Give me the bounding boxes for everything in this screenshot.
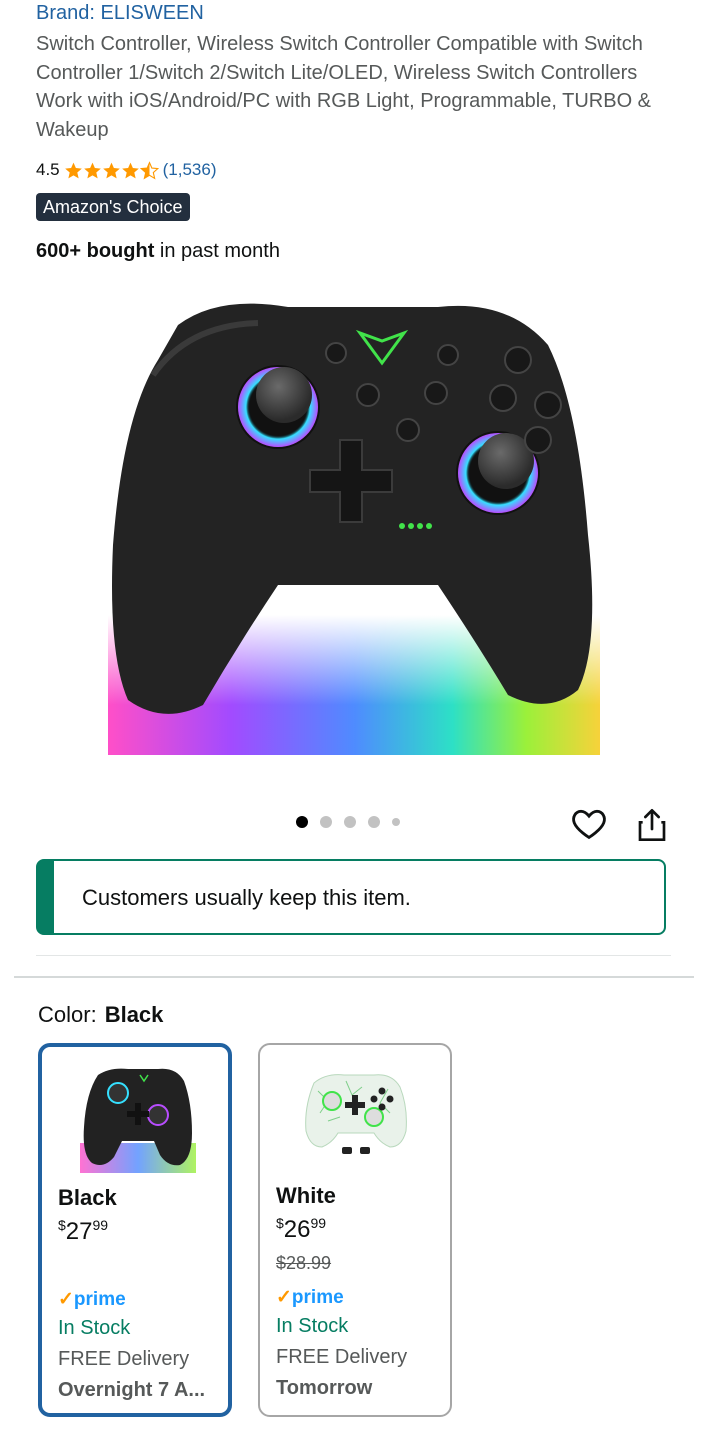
price-whole: 27 xyxy=(65,1218,93,1245)
color-label: Color: Black xyxy=(38,1002,163,1028)
prime-badge: ✓prime xyxy=(58,1288,126,1311)
bought-strong: 600+ bought xyxy=(36,240,155,262)
delivery-label: FREE Delivery xyxy=(276,1346,408,1368)
review-count-link[interactable]: (1,536) xyxy=(163,160,217,180)
option-price: $2699 xyxy=(276,1215,326,1244)
prime-label: prime xyxy=(291,1287,344,1308)
divider xyxy=(14,976,694,978)
keep-notice: Customers usually keep this item. xyxy=(36,859,666,935)
rating-row[interactable]: 4.5 (1,536) xyxy=(36,160,217,180)
price-symbol: $ xyxy=(58,1217,66,1233)
black-controller-thumbnail xyxy=(80,1068,196,1173)
delivery-time: Tomorrow xyxy=(276,1377,373,1399)
carousel-dot[interactable] xyxy=(296,816,308,828)
carousel-dot[interactable] xyxy=(368,816,380,828)
delivery-label: FREE Delivery xyxy=(58,1348,190,1370)
star-rating-icon xyxy=(64,160,159,180)
divider xyxy=(36,955,671,956)
option-price: $2799 xyxy=(58,1217,108,1246)
image-carousel-dots[interactable] xyxy=(296,816,400,828)
prime-check-icon: ✓ xyxy=(58,1289,74,1310)
color-label-text: Color: xyxy=(38,1002,97,1027)
prime-check-icon: ✓ xyxy=(276,1287,292,1308)
delivery-time: Overnight 7 A... xyxy=(58,1379,206,1401)
bought-count: 600+ bought in past month xyxy=(36,240,280,263)
color-option-white[interactable]: White $2699 $28.99 ✓prime In Stock FREE … xyxy=(258,1043,452,1417)
share-icon[interactable] xyxy=(636,807,668,843)
white-controller-thumbnail xyxy=(305,1074,407,1154)
price-fraction: 99 xyxy=(310,1215,327,1231)
option-name: Black xyxy=(58,1185,117,1210)
carousel-dot[interactable] xyxy=(320,816,332,828)
carousel-dot[interactable] xyxy=(344,816,356,828)
keep-notice-text: Customers usually keep this item. xyxy=(82,885,411,910)
amazons-choice-badge: Amazon's Choice xyxy=(36,193,190,221)
option-name: White xyxy=(276,1183,336,1208)
bought-rest: in past month xyxy=(154,240,280,262)
prime-badge: ✓prime xyxy=(276,1286,344,1309)
price-symbol: $ xyxy=(276,1215,284,1231)
prime-label: prime xyxy=(73,1289,126,1310)
heart-icon[interactable] xyxy=(570,805,608,843)
product-image[interactable] xyxy=(108,285,600,755)
product-title: Switch Controller, Wireless Switch Contr… xyxy=(36,33,652,141)
price-whole: 26 xyxy=(283,1216,311,1243)
carousel-dot[interactable] xyxy=(392,818,400,826)
price-fraction: 99 xyxy=(92,1217,109,1233)
stock-status: In Stock xyxy=(58,1317,131,1339)
selected-color: Black xyxy=(104,1002,164,1027)
rating-value: 4.5 xyxy=(36,160,60,179)
stock-status: In Stock xyxy=(276,1315,349,1337)
brand-link[interactable]: Brand: ELISWEEN xyxy=(36,2,204,25)
list-price: $28.99 xyxy=(276,1253,332,1273)
color-option-black[interactable]: Black $2799 ✓prime In Stock FREE Deliver… xyxy=(38,1043,232,1417)
